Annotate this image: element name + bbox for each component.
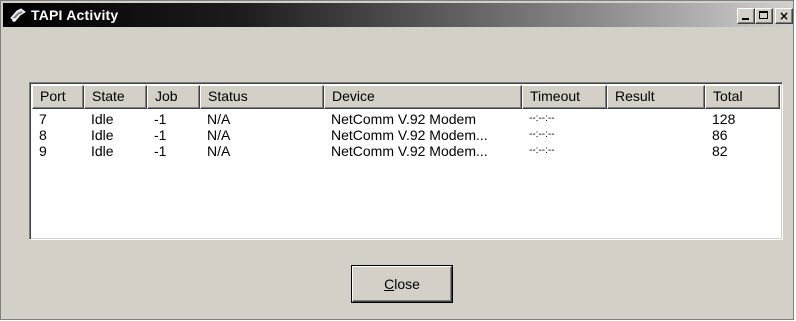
close-label-rest: lose — [394, 276, 420, 292]
minimize-icon — [742, 18, 749, 20]
state-cell: Idle — [91, 143, 114, 159]
column-header-total[interactable]: Total — [705, 85, 780, 109]
status-cell: N/A — [207, 143, 231, 159]
timeout-cell: --:--:-- — [529, 129, 555, 140]
port-cell: 7 — [39, 111, 47, 127]
status-cell: N/A — [207, 111, 231, 127]
table-row[interactable]: 7 Idle -1 N/A NetComm V.92 Modem --:--:-… — [32, 111, 780, 127]
close-window-button[interactable]: × — [775, 8, 793, 24]
port-cell: 8 — [39, 127, 47, 143]
total-cell: 82 — [712, 143, 728, 159]
column-header-result[interactable]: Result — [607, 85, 705, 109]
column-header-timeout[interactable]: Timeout — [522, 85, 607, 109]
table-row[interactable]: 8 Idle -1 N/A NetComm V.92 Modem... --:-… — [32, 127, 780, 143]
column-header-port[interactable]: Port — [32, 85, 84, 109]
telephone-icon — [10, 8, 26, 22]
total-cell: 128 — [712, 111, 736, 127]
column-header-state[interactable]: State — [84, 85, 147, 109]
close-icon: × — [778, 9, 790, 23]
timeout-cell: --:--:-- — [529, 145, 555, 156]
close-button[interactable]: Close — [352, 266, 452, 302]
list-header: Port State Job Status Device Timeout Res… — [32, 85, 780, 109]
job-cell: -1 — [154, 127, 167, 143]
state-cell: Idle — [91, 127, 114, 143]
state-cell: Idle — [91, 111, 114, 127]
total-cell: 86 — [712, 127, 728, 143]
minimize-button[interactable] — [737, 8, 755, 24]
maximize-button[interactable] — [755, 8, 773, 24]
title-bar[interactable]: TAPI Activity × — [3, 3, 793, 27]
column-header-job[interactable]: Job — [147, 85, 200, 109]
port-cell: 9 — [39, 143, 47, 159]
column-header-status[interactable]: Status — [200, 85, 324, 109]
window-title: TAPI Activity — [31, 7, 119, 23]
device-cell: NetComm V.92 Modem... — [331, 143, 488, 159]
timeout-cell: --:--:-- — [529, 113, 555, 124]
table-row[interactable]: 9 Idle -1 N/A NetComm V.92 Modem... --:-… — [32, 143, 780, 159]
tapi-activity-window: TAPI Activity × Port State Job Status De… — [0, 0, 794, 320]
device-cell: NetComm V.92 Modem... — [331, 127, 488, 143]
job-cell: -1 — [154, 111, 167, 127]
status-cell: N/A — [207, 127, 231, 143]
tapi-ports-list[interactable]: Port State Job Status Device Timeout Res… — [29, 82, 783, 240]
device-cell: NetComm V.92 Modem — [331, 111, 476, 127]
column-header-device[interactable]: Device — [324, 85, 522, 109]
list-rows: 7 Idle -1 N/A NetComm V.92 Modem --:--:-… — [32, 111, 780, 159]
close-mnemonic: C — [384, 276, 395, 292]
maximize-icon — [759, 11, 768, 19]
job-cell: -1 — [154, 143, 167, 159]
